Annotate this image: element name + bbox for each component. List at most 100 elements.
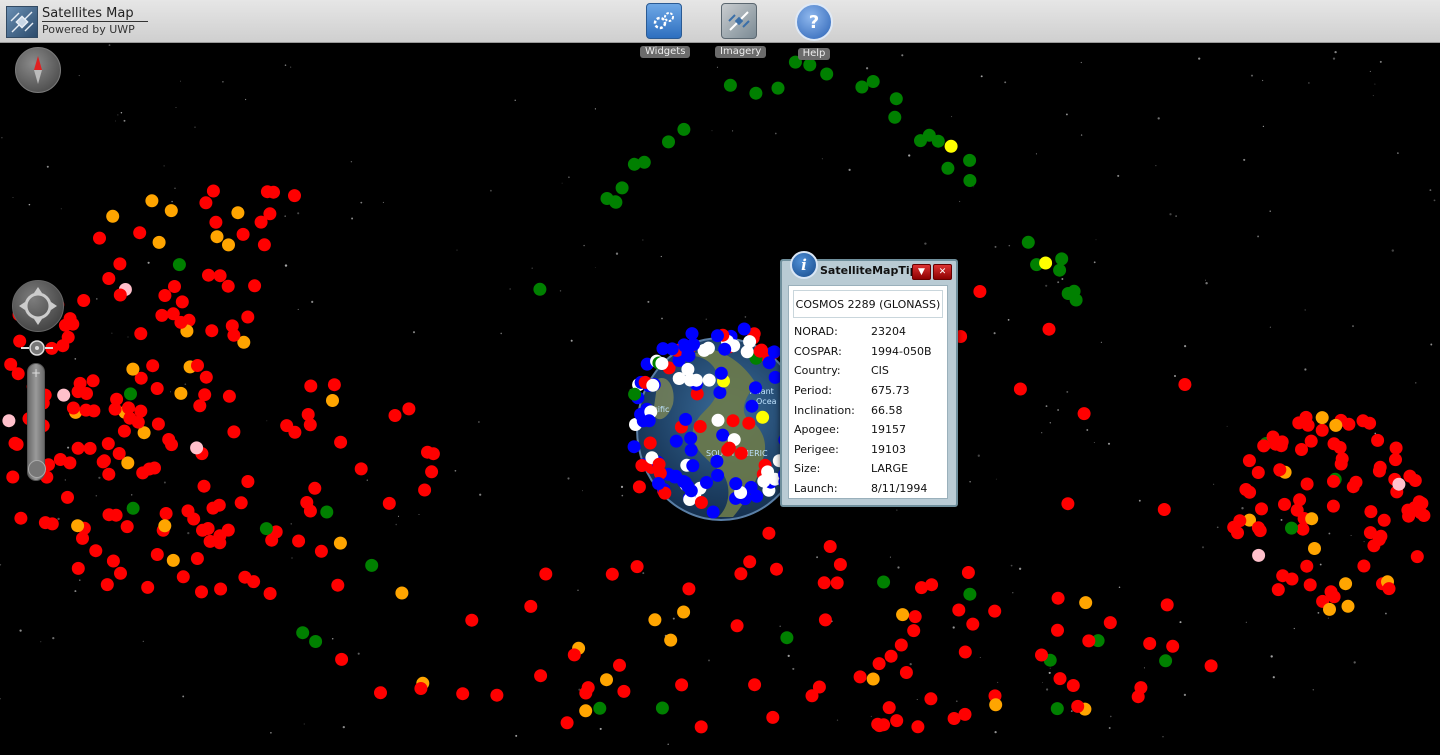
satellite-marker[interactable] [152, 235, 166, 249]
satellite-marker[interactable] [1333, 441, 1347, 454]
satellite-marker[interactable] [1050, 702, 1064, 716]
satellite-marker[interactable] [150, 382, 164, 395]
satellite-marker[interactable] [209, 215, 223, 229]
satellite-marker[interactable] [1327, 474, 1340, 488]
satellite-marker[interactable] [628, 387, 642, 401]
satellite-marker[interactable] [309, 635, 323, 648]
satellite-marker[interactable] [668, 470, 682, 484]
satellite-marker[interactable] [672, 372, 686, 385]
satellite-marker[interactable] [713, 386, 727, 399]
satellite-marker[interactable] [79, 403, 93, 417]
satellite-marker[interactable] [134, 404, 148, 418]
satellite-marker[interactable] [126, 362, 140, 376]
satellite-marker[interactable] [159, 507, 173, 520]
satellite-marker[interactable] [1013, 382, 1027, 396]
satellite-marker[interactable] [374, 686, 387, 700]
satellite-marker[interactable] [280, 419, 294, 433]
satellite-marker[interactable] [1166, 639, 1180, 653]
satellite-marker[interactable] [100, 578, 114, 592]
satellite-marker[interactable] [210, 230, 224, 244]
satellite-marker[interactable] [1412, 495, 1426, 509]
satellite-marker[interactable] [263, 587, 277, 600]
satellite-marker[interactable] [213, 536, 227, 550]
satellite-marker[interactable] [141, 580, 155, 594]
satellite-marker[interactable] [702, 373, 716, 387]
satellite-marker[interactable] [524, 599, 538, 613]
satellite-marker[interactable] [630, 560, 644, 574]
satellite-marker[interactable] [288, 189, 301, 203]
satellite-marker[interactable] [247, 575, 261, 589]
satellite-marker[interactable] [333, 536, 347, 550]
satellite-marker[interactable] [71, 519, 85, 533]
satellite-marker[interactable] [761, 465, 775, 479]
satellite-marker[interactable] [677, 122, 691, 136]
satellite-marker[interactable] [866, 672, 880, 686]
satellite-marker[interactable] [146, 359, 160, 373]
satellite-marker[interactable] [1160, 598, 1174, 612]
satellite-marker[interactable] [112, 447, 126, 460]
satellite-marker[interactable] [593, 701, 607, 715]
satellite-marker[interactable] [931, 134, 945, 148]
satellite-marker[interactable] [908, 610, 922, 624]
satellite-marker[interactable] [780, 631, 794, 645]
satellite-marker[interactable] [1373, 460, 1387, 474]
satellite-marker[interactable] [113, 257, 127, 271]
satellite-marker[interactable] [426, 447, 440, 461]
satellite-marker[interactable] [66, 317, 80, 331]
satellite-marker[interactable] [1389, 441, 1403, 455]
satellite-marker[interactable] [414, 682, 428, 695]
satellite-marker[interactable] [56, 339, 70, 353]
satellite-marker[interactable] [958, 645, 972, 659]
help-button[interactable]: ? Help [790, 3, 838, 60]
satellite-marker[interactable] [871, 717, 885, 731]
satellite-marker[interactable] [914, 134, 927, 148]
satellite-marker[interactable] [365, 558, 379, 572]
satellite-marker[interactable] [753, 344, 767, 358]
satellite-marker[interactable] [148, 461, 161, 475]
satellite-marker[interactable] [354, 462, 368, 476]
satellite-marker[interactable] [600, 673, 613, 687]
satellite-marker[interactable] [1255, 502, 1268, 516]
satellite-marker[interactable] [818, 613, 832, 627]
satellite-marker[interactable] [1143, 637, 1157, 650]
satellite-marker[interactable] [675, 678, 689, 692]
satellite-marker[interactable] [884, 649, 898, 663]
satellite-marker[interactable] [1242, 454, 1256, 468]
satellite-marker[interactable] [395, 586, 409, 600]
satellite-marker[interactable] [265, 533, 279, 547]
satellite-marker[interactable] [234, 496, 248, 510]
satellite-marker[interactable] [679, 412, 693, 426]
satellite-marker[interactable] [600, 192, 614, 205]
satellite-marker[interactable] [190, 552, 204, 565]
satellite-marker[interactable] [567, 648, 581, 662]
satellite-marker[interactable] [126, 501, 140, 515]
satellite-marker[interactable] [924, 692, 938, 706]
satellite-marker[interactable] [632, 480, 646, 494]
satellite-marker[interactable] [745, 399, 759, 413]
satellite-map-tip[interactable]: i SatelliteMapTip ▼ ✕ COSMOS 2289 (GLONA… [780, 251, 958, 507]
satellite-marker[interactable] [1204, 659, 1218, 673]
satellite-marker[interactable] [534, 669, 548, 683]
satellite-marker[interactable] [646, 378, 660, 392]
satellite-marker[interactable] [665, 342, 679, 356]
satellite-marker[interactable] [766, 710, 780, 724]
satellite-marker[interactable] [823, 540, 837, 553]
satellite-marker[interactable] [221, 523, 235, 537]
satellite-marker[interactable] [664, 633, 678, 647]
satellite-marker[interactable] [1410, 550, 1424, 564]
satellite-marker[interactable] [682, 582, 696, 596]
satellite-marker[interactable] [1356, 414, 1370, 428]
zoom-in-icon[interactable]: + [31, 367, 41, 379]
satellite-marker[interactable] [38, 516, 52, 530]
satellite-marker[interactable] [820, 67, 834, 81]
satellite-marker[interactable] [711, 468, 725, 482]
satellite-marker[interactable] [662, 135, 675, 149]
satellite-marker[interactable] [1067, 284, 1081, 298]
satellite-marker[interactable] [533, 282, 547, 296]
satellite-marker[interactable] [973, 285, 987, 298]
satellite-marker[interactable] [652, 477, 665, 490]
satellite-marker[interactable] [102, 508, 116, 522]
satellite-marker[interactable] [168, 280, 181, 293]
satellite-marker[interactable] [2, 414, 16, 428]
satellite-marker[interactable] [718, 342, 732, 356]
